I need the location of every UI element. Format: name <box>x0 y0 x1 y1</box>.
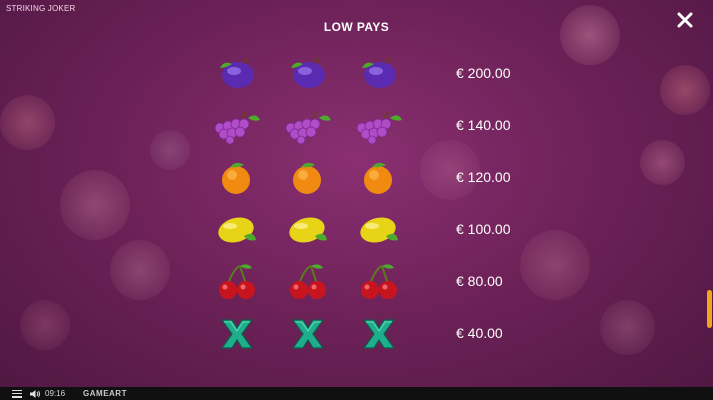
plum-icon <box>281 54 335 94</box>
paytable-row: € 80.00 <box>0 262 713 302</box>
status-bar: 09:16 GAMEART <box>0 387 713 400</box>
paytable-row: € 40.00 <box>0 314 713 354</box>
x-icon <box>210 314 264 354</box>
lemon-icon <box>210 210 264 250</box>
x-icon <box>352 314 406 354</box>
orange-icon <box>352 158 406 198</box>
paytable-row: € 100.00 <box>0 210 713 250</box>
payout-value: € 200.00 <box>456 65 511 81</box>
payout-value: € 140.00 <box>456 117 511 133</box>
brand-logo: GAMEART <box>83 389 127 398</box>
payout-value: € 120.00 <box>456 169 511 185</box>
plum-icon <box>210 54 264 94</box>
paytable-row: € 200.00 <box>0 54 713 94</box>
paytable-row: € 120.00 <box>0 158 713 198</box>
lemon-icon <box>281 210 335 250</box>
orange-icon <box>210 158 264 198</box>
x-icon <box>281 314 335 354</box>
payout-value: € 80.00 <box>456 273 503 289</box>
cherries-icon <box>281 262 335 302</box>
menu-icon[interactable] <box>12 389 22 398</box>
lemon-icon <box>352 210 406 250</box>
grapes-icon <box>352 106 406 146</box>
payout-value: € 40.00 <box>456 325 503 341</box>
paytable-row: € 140.00 <box>0 106 713 146</box>
scrollbar-handle[interactable] <box>707 290 712 328</box>
cherries-icon <box>210 262 264 302</box>
plum-icon <box>352 54 406 94</box>
grapes-icon <box>281 106 335 146</box>
cherries-icon <box>352 262 406 302</box>
grapes-icon <box>210 106 264 146</box>
payout-value: € 100.00 <box>456 221 511 237</box>
speaker-icon[interactable] <box>29 389 41 399</box>
clock: 09:16 <box>45 389 66 398</box>
orange-icon <box>281 158 335 198</box>
paytable: € 200.00 € 140.00 € 120.00 € 100.00 € 80… <box>0 0 713 390</box>
